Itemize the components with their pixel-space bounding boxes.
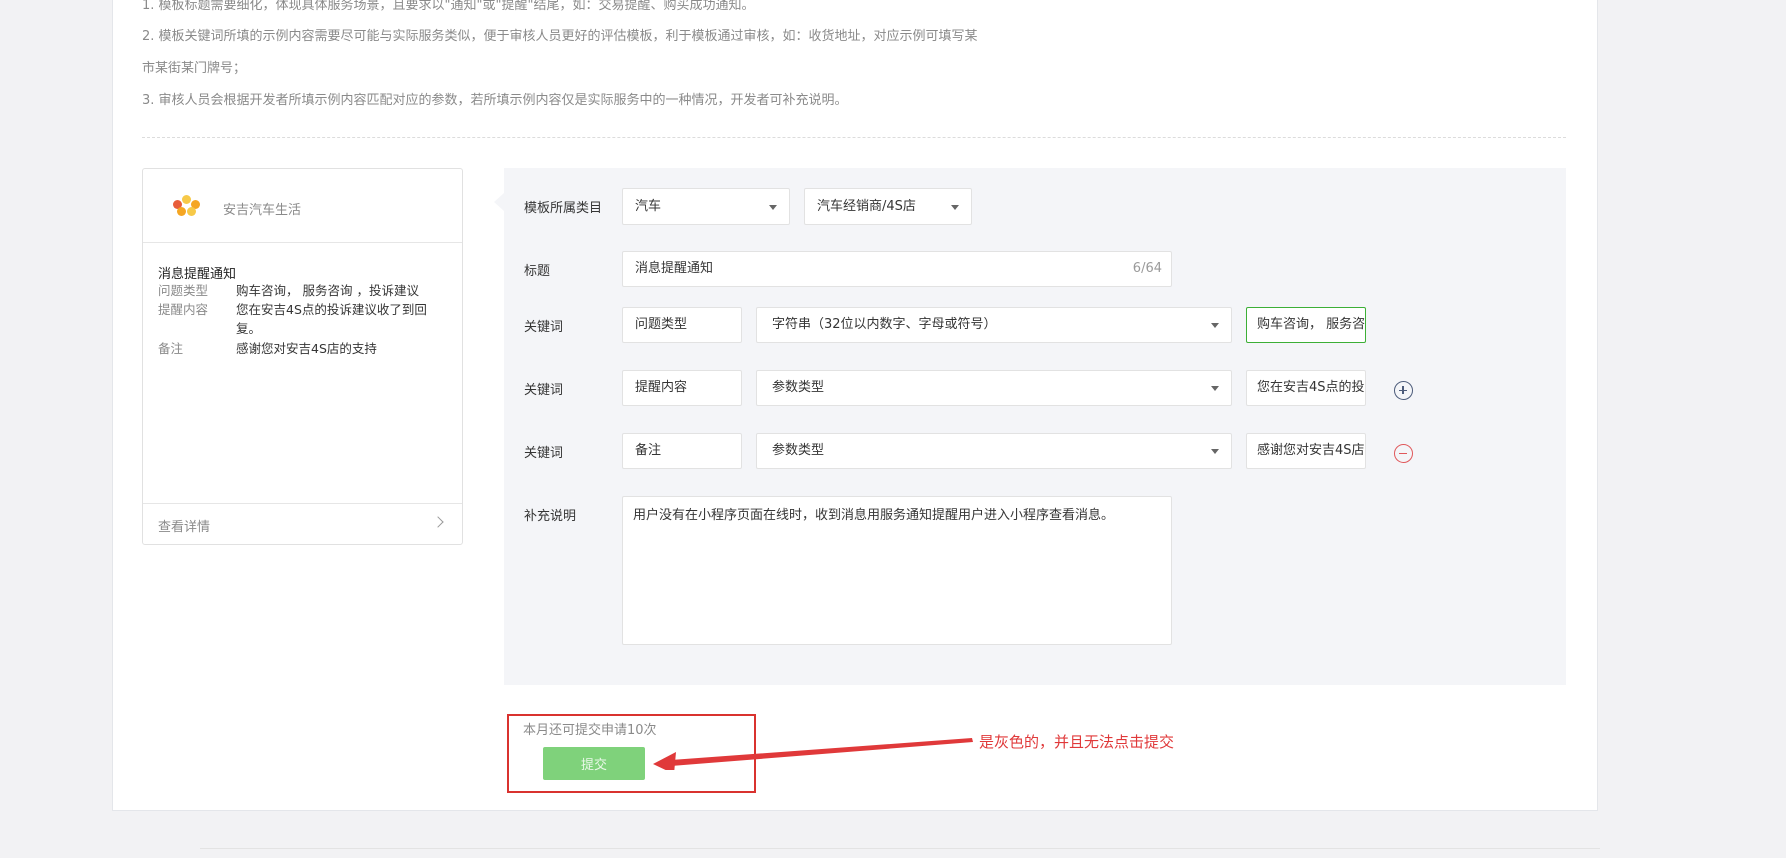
annotation-text: 是灰色的，并且无法点击提交 (979, 733, 1175, 751)
supplement-label: 补充说明 (524, 509, 577, 524)
keyword-type-select[interactable]: 参数类型 (756, 370, 1232, 406)
title-label: 标题 (524, 264, 551, 279)
guideline-3: 3. 审核人员会根据开发者所填示例内容匹配对应的参数，若所填示例内容仅是实际服务… (142, 93, 848, 108)
keyword-example-input[interactable]: 感谢您对安吉4S店的支持 (1246, 433, 1366, 469)
guideline-2: 2. 模板关键词所填的示例内容需要尽可能与实际服务类似，便于审核人员更好的评估模… (142, 29, 978, 44)
supplement-textarea[interactable]: 用户没有在小程序页面在线时，收到消息用服务通知提醒用户进入小程序查看消息。 (622, 496, 1172, 645)
preview-row-key: 备注 (158, 341, 184, 356)
add-keyword-icon[interactable] (1394, 381, 1413, 400)
title-char-counter: 6/64 (1132, 261, 1162, 276)
caret-down-icon (1211, 386, 1219, 391)
preview-row-value: 感谢您对安吉4S店的支持 (236, 341, 377, 356)
preview-row-value: 购车咨询， 服务咨询 ，投诉建议 (236, 283, 419, 298)
caret-down-icon (951, 204, 959, 210)
keyword-type-value: 字符串（32位以内数字、字母或符号） (772, 317, 997, 332)
keyword-label: 关键词 (524, 446, 564, 461)
keyword-example-input[interactable]: 您在安吉4S点的投诉建议 (1246, 370, 1366, 406)
brand-logo-icon (173, 193, 201, 217)
keyword-name-input[interactable]: 备注 (622, 433, 742, 469)
preview-row-key: 问题类型 (158, 283, 209, 298)
preview-row-value: 您在安吉4S点的投诉建议收了到回复。 (236, 302, 427, 336)
subcategory-select[interactable]: 汽车经销商/4S店 (804, 188, 972, 225)
category-label: 模板所属类目 (524, 201, 603, 216)
keyword-name-input[interactable]: 提醒内容 (622, 370, 742, 406)
keyword-name-value: 问题类型 (635, 317, 688, 332)
keyword-name-value: 备注 (635, 443, 662, 458)
subcategory-select-value: 汽车经销商/4S店 (817, 199, 916, 214)
preview-row-key: 提醒内容 (158, 302, 209, 317)
keyword-label: 关键词 (524, 320, 564, 335)
preview-header: 安吉汽车生活 (143, 169, 462, 243)
divider (142, 137, 1566, 138)
view-details-label: 查看详情 (158, 520, 211, 535)
keyword-type-select[interactable]: 字符串（32位以内数字、字母或符号） (756, 307, 1232, 343)
keyword-example-input[interactable]: 购车咨询， 服务咨询 (1246, 307, 1366, 343)
caret-down-icon (1211, 449, 1219, 454)
keyword-example-value: 感谢您对安吉4S店的支持 (1257, 443, 1365, 458)
bottom-divider (200, 848, 1600, 849)
guideline-2-cont: 市某街某门牌号； (142, 61, 247, 76)
remove-keyword-icon[interactable] (1394, 444, 1413, 463)
keyword-example-value: 您在安吉4S点的投诉建议 (1257, 380, 1365, 395)
chevron-right-icon (432, 516, 444, 528)
keyword-type-select[interactable]: 参数类型 (756, 433, 1232, 469)
panel-pointer (494, 193, 504, 211)
template-preview: 安吉汽车生活 消息提醒通知 问题类型 购车咨询， 服务咨询 ，投诉建议 提醒内容… (142, 168, 463, 545)
category-select[interactable]: 汽车 (622, 188, 790, 225)
preview-title: 消息提醒通知 (158, 267, 237, 282)
caret-down-icon (769, 204, 777, 210)
brand-name: 安吉汽车生活 (223, 203, 302, 218)
title-input-value: 消息提醒通知 (635, 261, 714, 276)
keyword-type-value: 参数类型 (772, 380, 825, 395)
keyword-label: 关键词 (524, 383, 564, 398)
guideline-1: 1. 模板标题需要细化，体现具体服务场景，且要求以"通知"或"提醒"结尾，如：交… (142, 0, 755, 13)
keyword-example-value: 购车咨询， 服务咨询 (1257, 317, 1366, 332)
keyword-type-value: 参数类型 (772, 443, 825, 458)
annotation-arrow-icon (653, 738, 973, 770)
caret-down-icon (1211, 323, 1219, 328)
category-select-value: 汽车 (635, 199, 662, 214)
keyword-name-value: 提醒内容 (635, 380, 688, 395)
keyword-name-input[interactable]: 问题类型 (622, 307, 742, 343)
view-details-link[interactable]: 查看详情 (143, 503, 462, 544)
title-input[interactable]: 消息提醒通知 6/64 (622, 251, 1172, 287)
